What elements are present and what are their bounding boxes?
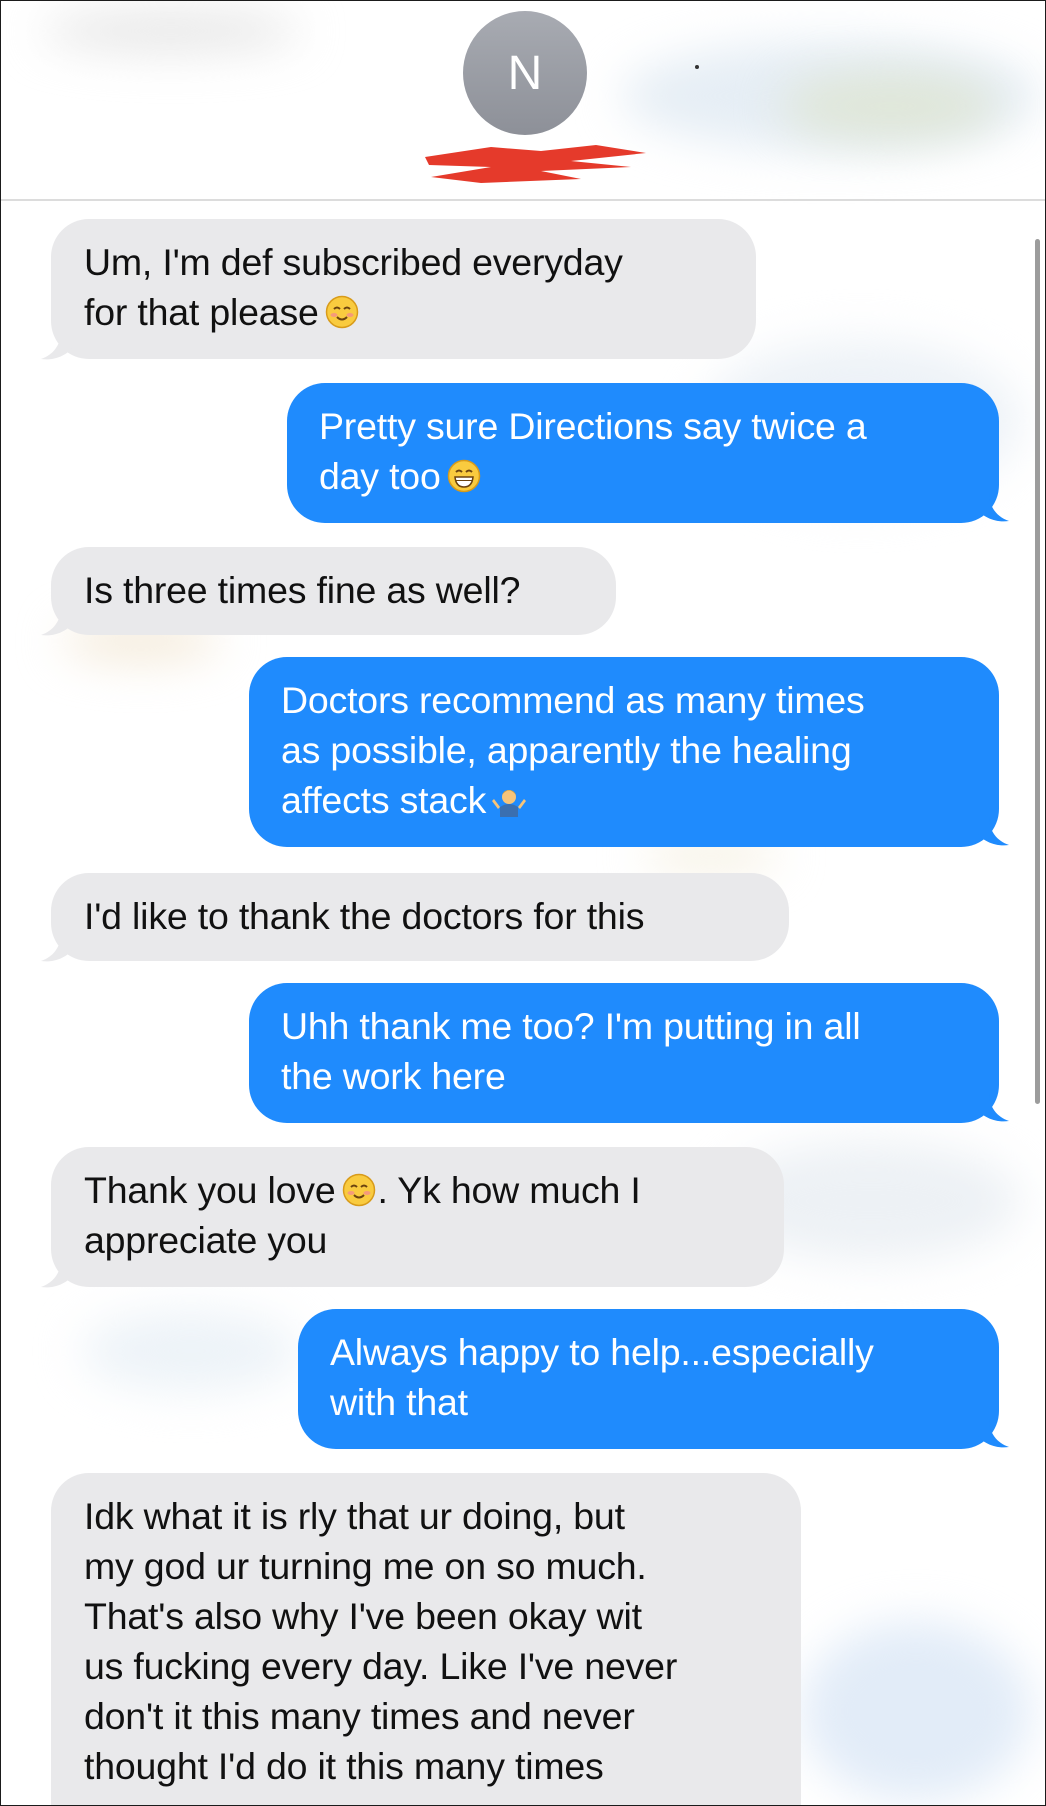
contact-avatar[interactable]: N bbox=[463, 11, 587, 135]
bubble-tail bbox=[41, 607, 73, 636]
bubble-tail bbox=[41, 331, 73, 360]
grinning-face-icon bbox=[447, 459, 480, 493]
scrollbar[interactable] bbox=[1035, 239, 1040, 1104]
sent-message[interactable]: Uhh thank me too? I'm putting in all the… bbox=[249, 983, 999, 1123]
bubble-tail bbox=[41, 933, 73, 962]
bubble-tail bbox=[977, 1093, 1009, 1122]
blurred-area bbox=[801, 1621, 1031, 1801]
received-message[interactable]: I'd like to thank the doctors for this bbox=[51, 873, 789, 961]
received-message[interactable]: Is three times fine as well? bbox=[51, 547, 616, 635]
message-text: Pretty sure Directions say twice a day t… bbox=[319, 405, 867, 497]
message-text: Always happy to help...especially with t… bbox=[330, 1331, 874, 1423]
bubble-tail bbox=[977, 493, 1009, 522]
person-shrugging-icon bbox=[492, 790, 527, 817]
smiling-blush-icon bbox=[325, 295, 358, 329]
received-message[interactable]: Um, I'm def subscribed everyday for that… bbox=[51, 219, 756, 359]
bubble-tail bbox=[41, 1259, 73, 1288]
sent-message[interactable]: Doctors recommend as many times as possi… bbox=[249, 657, 999, 847]
message-text: I'd like to thank the doctors for this bbox=[84, 895, 645, 937]
message-text: Uhh thank me too? I'm putting in all the… bbox=[281, 1005, 861, 1097]
message-text: Doctors recommend as many times as possi… bbox=[281, 679, 865, 821]
sent-message[interactable]: Always happy to help...especially with t… bbox=[298, 1309, 999, 1449]
message-text: Is three times fine as well? bbox=[84, 569, 521, 611]
screenshot-frame: N Um, I'm def subscribed everyday for th… bbox=[0, 0, 1046, 1806]
received-message[interactable]: Thank you love. Yk how much I appreciate… bbox=[51, 1147, 784, 1287]
received-message[interactable]: Idk what it is rly that ur doing, but my… bbox=[51, 1473, 801, 1805]
conversation-header: N bbox=[1, 1, 1045, 201]
status-dot bbox=[695, 65, 699, 69]
redaction-scribble bbox=[425, 145, 646, 183]
blurred-area bbox=[41, 11, 301, 51]
contact-initial: N bbox=[507, 46, 543, 100]
blurred-area bbox=[81, 1311, 301, 1391]
sent-message[interactable]: Pretty sure Directions say twice a day t… bbox=[287, 383, 999, 523]
bubble-tail bbox=[977, 1419, 1009, 1448]
message-text: Thank you love bbox=[84, 1169, 336, 1211]
message-text: Idk what it is rly that ur doing, but my… bbox=[84, 1495, 678, 1787]
smiling-blush-icon bbox=[342, 1173, 375, 1207]
bubble-tail bbox=[977, 817, 1009, 846]
blurred-area bbox=[781, 71, 1001, 141]
